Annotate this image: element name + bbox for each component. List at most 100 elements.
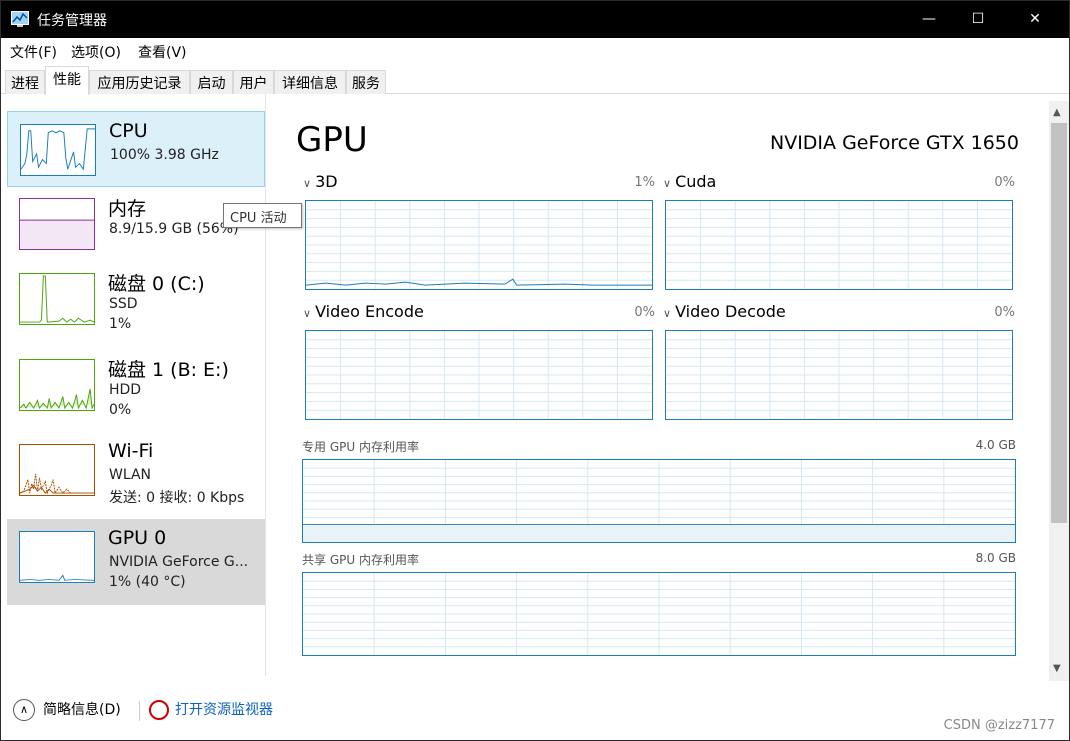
tab-users[interactable]: 用户: [233, 70, 274, 94]
disk0-thumbnail-graph: [19, 273, 95, 325]
sidebar-item-cpu[interactable]: CPU 100% 3.98 GHz: [7, 111, 265, 187]
engine-cuda-graph: [665, 200, 1013, 290]
engine-cuda-selector[interactable]: ∨ Cuda: [663, 172, 716, 191]
menu-options[interactable]: 选项(O): [71, 42, 121, 62]
tab-performance[interactable]: 性能: [45, 66, 89, 95]
sidebar-item-disk0[interactable]: 磁盘 0 (C:) SSD 1%: [7, 261, 265, 337]
sidebar-gpu-model: NVIDIA GeForce G...: [109, 554, 249, 570]
tab-strip: 进程 性能 应用历史记录 启动 用户 详细信息 服务: [1, 64, 1069, 95]
watermark: CSDN @zizz7177: [943, 718, 1055, 733]
grid-lines: [303, 573, 1015, 655]
sidebar-disk1-usage: 0%: [109, 402, 132, 418]
dedicated-memory-max: 4.0 GB: [975, 438, 1016, 452]
footer-divider: [139, 701, 140, 721]
minimize-button[interactable]: —: [906, 1, 952, 38]
task-manager-window: 任务管理器 — ☐ ✕ 文件(F) 选项(O) 查看(V) 进程 性能 应用历史…: [0, 0, 1070, 741]
resource-monitor-icon: [149, 700, 169, 720]
gpu-thumbnail-graph: [19, 531, 95, 583]
sidebar-disk0-name: 磁盘 0 (C:): [108, 273, 205, 295]
sidebar-disk0-type: SSD: [109, 296, 138, 312]
engine-3d-selector[interactable]: ∨ 3D: [303, 172, 338, 191]
tab-app-history[interactable]: 应用历史记录: [89, 70, 190, 94]
maximize-button[interactable]: ☐: [955, 1, 1001, 38]
tab-services[interactable]: 服务: [346, 70, 386, 94]
shared-memory-grid: [303, 573, 1015, 655]
engine-cuda-percent: 0%: [994, 175, 1015, 190]
task-manager-icon: [11, 11, 29, 27]
sidebar-disk1-name: 磁盘 1 (B: E:): [108, 359, 229, 381]
engine-video-decode-grid: [666, 331, 1012, 419]
cpu-thumbnail-graph: [20, 124, 96, 176]
engine-video-encode-selector[interactable]: ∨ Video Encode: [303, 302, 424, 321]
tab-processes[interactable]: 进程: [5, 70, 45, 94]
open-resource-monitor-link[interactable]: 打开资源监视器: [149, 699, 273, 720]
sidebar-wifi-name: Wi-Fi: [108, 440, 154, 462]
sidebar-memory-name: 内存: [108, 198, 147, 220]
chevron-down-icon: ∨: [663, 177, 672, 190]
gpu-detail-panel: GPU NVIDIA GeForce GTX 1650 ∨ 3D 1% ∨ Cuda…: [267, 94, 1049, 676]
menu-file[interactable]: 文件(F): [10, 42, 57, 62]
chevron-down-icon: ∨: [303, 307, 312, 320]
engine-video-encode-label: Video Encode: [315, 302, 424, 321]
dedicated-memory-graph: [302, 459, 1016, 543]
sidebar-gpu-name: GPU 0: [108, 527, 167, 549]
scrollbar-thumb[interactable]: [1051, 123, 1067, 523]
sidebar-disk0-usage: 1%: [109, 316, 132, 332]
grid-lines: [666, 331, 1012, 419]
window-title: 任务管理器: [37, 13, 107, 29]
engine-video-encode-grid: [306, 331, 652, 419]
title-bar[interactable]: 任务管理器 — ☐ ✕: [1, 1, 1069, 38]
tab-startup[interactable]: 启动: [190, 70, 233, 94]
page-title: GPU: [296, 120, 368, 160]
chevron-down-icon: ∨: [663, 307, 672, 320]
sidebar-gpu-usage: 1% (40 °C): [109, 574, 186, 590]
shared-memory-max: 8.0 GB: [975, 551, 1016, 565]
close-button[interactable]: ✕: [1012, 1, 1058, 38]
scroll-down-icon[interactable]: ▼: [1053, 663, 1061, 674]
engine-video-encode-graph: [305, 330, 653, 420]
sidebar-wifi-throughput: 发送: 0 接收: 0 Kbps: [109, 490, 245, 506]
sidebar-wifi-adapter: WLAN: [109, 467, 152, 483]
footer-bar: ∧ 简略信息(D) 打开资源监视器: [1, 691, 1069, 731]
fewer-details-label: 简略信息(D): [43, 702, 121, 718]
engine-3d-graph: [305, 200, 653, 290]
sidebar-item-gpu[interactable]: GPU 0 NVIDIA GeForce G... 1% (40 °C): [7, 519, 265, 605]
engine-video-decode-label: Video Decode: [675, 302, 786, 321]
engine-video-decode-percent: 0%: [994, 305, 1015, 320]
engine-video-encode-percent: 0%: [634, 305, 655, 320]
memory-thumbnail-graph: [19, 198, 95, 250]
grid-lines: [306, 201, 652, 289]
menu-view[interactable]: 查看(V): [138, 42, 187, 62]
resource-sidebar: CPU 100% 3.98 GHz 内存 8.9/15.9 GB (56%) 磁…: [1, 94, 266, 676]
engine-cuda-label: Cuda: [675, 172, 717, 191]
chevron-up-icon: ∧: [13, 699, 35, 721]
chevron-down-icon: ∨: [303, 177, 312, 190]
shared-memory-label: 共享 GPU 内存利用率: [302, 553, 419, 567]
dedicated-memory-grid: [303, 460, 1015, 542]
wifi-thumbnail-graph: [19, 444, 95, 496]
engine-3d-label: 3D: [315, 172, 338, 191]
sidebar-item-wifi[interactable]: Wi-Fi WLAN 发送: 0 接收: 0 Kbps: [7, 432, 265, 508]
sidebar-memory-usage: 8.9/15.9 GB (56%): [109, 221, 239, 237]
menu-bar: 文件(F) 选项(O) 查看(V): [1, 38, 1069, 64]
vertical-scrollbar[interactable]: ▲ ▼: [1049, 101, 1069, 681]
engine-3d-percent: 1%: [634, 175, 655, 190]
shared-memory-graph: [302, 572, 1016, 656]
engine-video-decode-graph: [665, 330, 1013, 420]
sidebar-cpu-name: CPU: [109, 120, 148, 142]
grid-lines: [666, 201, 1012, 289]
scroll-up-icon[interactable]: ▲: [1053, 107, 1061, 118]
disk1-thumbnail-graph: [19, 359, 95, 411]
engine-video-decode-selector[interactable]: ∨ Video Decode: [663, 302, 786, 321]
gpu-model-name: NVIDIA GeForce GTX 1650: [769, 132, 1019, 154]
tab-details[interactable]: 详细信息: [274, 70, 346, 94]
dedicated-memory-label: 专用 GPU 内存利用率: [302, 440, 419, 454]
sidebar-item-disk1[interactable]: 磁盘 1 (B: E:) HDD 0%: [7, 347, 265, 423]
open-resource-monitor-label: 打开资源监视器: [175, 702, 273, 718]
engine-3d-grid: [306, 201, 652, 289]
grid-lines: [306, 331, 652, 419]
engine-cuda-grid: [666, 201, 1012, 289]
sidebar-cpu-usage: 100% 3.98 GHz: [110, 147, 219, 163]
sidebar-disk1-type: HDD: [109, 382, 142, 398]
fewer-details-button[interactable]: ∧ 简略信息(D): [13, 699, 121, 721]
